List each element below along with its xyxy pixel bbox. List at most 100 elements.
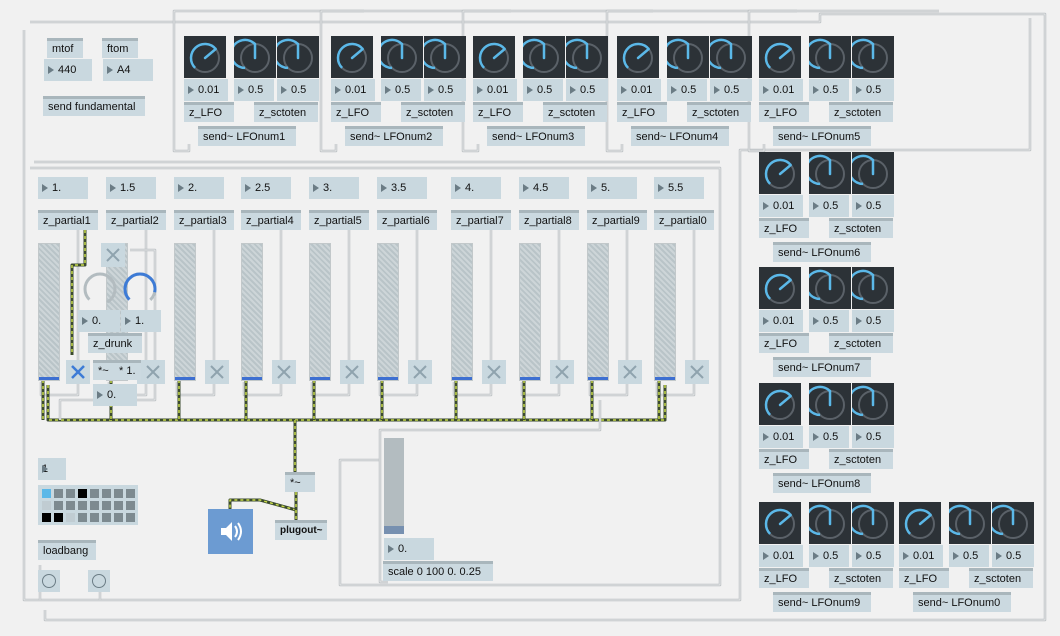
preset-slot[interactable] <box>90 501 99 510</box>
z-partial-object[interactable]: z_partial3 <box>174 210 234 230</box>
z-drunk-object[interactable]: z_drunk <box>88 333 142 353</box>
preset-slot[interactable] <box>102 513 111 522</box>
send-lfo-object[interactable]: send~ LFOnum0 <box>913 592 1011 612</box>
bang-button-right[interactable] <box>88 570 110 592</box>
preset-slot[interactable] <box>54 501 63 510</box>
send-lfo-object[interactable]: send~ LFOnum4 <box>631 126 729 146</box>
preset-slot[interactable] <box>114 513 123 522</box>
partial-amplitude-slider[interactable] <box>519 243 541 381</box>
note-name-box[interactable]: A4 <box>103 59 153 81</box>
lfo-amp2-number[interactable]: 0.5 <box>424 79 466 101</box>
z-lfo-object[interactable]: z_LFO <box>331 102 381 122</box>
speaker-icon[interactable] <box>208 509 253 554</box>
z-lfo-object[interactable]: z_LFO <box>759 102 809 122</box>
partial-amplitude-slider[interactable] <box>587 243 609 381</box>
partial-mute-toggle[interactable] <box>205 360 229 384</box>
drunk-enable-toggle[interactable] <box>66 360 90 384</box>
send-lfo-object[interactable]: send~ LFOnum8 <box>773 473 871 493</box>
lfo-amp2-dial[interactable] <box>852 267 894 309</box>
preset-slot[interactable] <box>42 489 51 498</box>
lfo-rate-number[interactable]: 0.01 <box>184 79 228 101</box>
preset-slot[interactable] <box>90 489 99 498</box>
lfo-amp2-dial[interactable] <box>710 36 752 78</box>
lfo-amp2-dial[interactable] <box>424 36 466 78</box>
lfo-rate-dial[interactable] <box>759 152 801 194</box>
lfo-amp-dial[interactable] <box>809 267 851 309</box>
lfo-amp-dial[interactable] <box>949 502 991 544</box>
scale-object[interactable]: scale 0 100 0. 0.25 <box>383 561 493 581</box>
lfo-rate-dial[interactable] <box>331 36 373 78</box>
send-fundamental-object[interactable]: send fundamental <box>43 96 145 116</box>
z-sctoten-object[interactable]: z_sctoten <box>829 218 893 238</box>
plugout-object[interactable]: plugout~ <box>275 520 327 540</box>
preset-slot[interactable] <box>126 489 135 498</box>
lfo-rate-dial[interactable] <box>759 502 801 544</box>
partial-mute-toggle[interactable] <box>340 360 364 384</box>
drunk-right-number[interactable]: 1. <box>121 310 161 332</box>
preset-slot[interactable] <box>66 501 75 510</box>
send-lfo-object[interactable]: send~ LFOnum2 <box>345 126 443 146</box>
lfo-rate-dial[interactable] <box>759 267 801 309</box>
drunk-output-number[interactable]: 0. <box>93 384 137 406</box>
z-partial-object[interactable]: z_partial0 <box>654 210 714 230</box>
lfo-rate-dial[interactable] <box>473 36 515 78</box>
partial-mute-toggle[interactable] <box>685 360 709 384</box>
lfo-rate-number[interactable]: 0.01 <box>617 79 661 101</box>
lfo-amp2-dial[interactable] <box>852 383 894 425</box>
z-lfo-object[interactable]: z_LFO <box>759 333 809 353</box>
z-sctoten-object[interactable]: z_sctoten <box>969 568 1033 588</box>
partial-ratio-number[interactable]: 5.5 <box>654 177 704 199</box>
preset-slot[interactable] <box>90 513 99 522</box>
z-lfo-object[interactable]: z_LFO <box>617 102 667 122</box>
preset-slot[interactable] <box>126 513 135 522</box>
lfo-amp2-number[interactable]: 0.5 <box>710 79 752 101</box>
z-lfo-object[interactable]: z_LFO <box>759 218 809 238</box>
z-partial-object[interactable]: z_partial5 <box>309 210 369 230</box>
z-sctoten-object[interactable]: z_sctoten <box>829 333 893 353</box>
lfo-amp-dial[interactable] <box>809 36 851 78</box>
partial-ratio-number[interactable]: 1.5 <box>106 177 156 199</box>
lfo-amp2-dial[interactable] <box>852 152 894 194</box>
send-lfo-object[interactable]: send~ LFOnum3 <box>487 126 585 146</box>
z-sctoten-object[interactable]: z_sctoten <box>829 102 893 122</box>
lfo-amp-number[interactable]: 0.5 <box>667 79 707 101</box>
lfo-rate-number[interactable]: 0.01 <box>759 195 803 217</box>
lfo-amp2-number[interactable]: 0.5 <box>852 79 894 101</box>
lfo-amp-number[interactable]: 0.5 <box>234 79 274 101</box>
send-lfo-object[interactable]: send~ LFOnum7 <box>773 357 871 377</box>
lfo-rate-number[interactable]: 0.01 <box>899 545 943 567</box>
partial-amplitude-slider[interactable] <box>654 243 676 381</box>
preset-slot[interactable] <box>42 513 51 522</box>
partial-mute-toggle[interactable] <box>408 360 432 384</box>
lfo-amp-number[interactable]: 0.5 <box>809 426 849 448</box>
partial-ratio-number[interactable]: 4.5 <box>519 177 569 199</box>
lfo-rate-dial[interactable] <box>184 36 226 78</box>
lfo-amp-dial[interactable] <box>809 502 851 544</box>
z-lfo-object[interactable]: z_LFO <box>473 102 523 122</box>
z-lfo-object[interactable]: z_LFO <box>184 102 234 122</box>
lfo-amp-number[interactable]: 0.5 <box>809 195 849 217</box>
preset-slot[interactable] <box>42 501 51 510</box>
z-lfo-object[interactable]: z_LFO <box>759 568 809 588</box>
send-lfo-object[interactable]: send~ LFOnum6 <box>773 242 871 262</box>
partial-amplitude-slider[interactable] <box>451 243 473 381</box>
partial-ratio-number[interactable]: 2.5 <box>241 177 291 199</box>
lfo-amp2-dial[interactable] <box>566 36 608 78</box>
partial-ratio-number[interactable]: 3.5 <box>377 177 427 199</box>
z-partial-object[interactable]: z_partial2 <box>106 210 166 230</box>
preset-slot[interactable] <box>126 501 135 510</box>
lfo-rate-dial[interactable] <box>899 502 941 544</box>
lfo-rate-dial[interactable] <box>617 36 659 78</box>
partial-ratio-number[interactable]: 3. <box>309 177 359 199</box>
preset-matrix[interactable] <box>38 485 138 525</box>
main-mult-signal[interactable]: *~ <box>285 472 315 492</box>
partial-ratio-number[interactable]: 1. <box>38 177 88 199</box>
lfo-amp-number[interactable]: 0.5 <box>523 79 563 101</box>
lfo-rate-number[interactable]: 0.01 <box>759 545 803 567</box>
lfo-rate-dial[interactable] <box>759 383 801 425</box>
lfo-amp-dial[interactable] <box>523 36 565 78</box>
lfo-rate-number[interactable]: 0.01 <box>759 426 803 448</box>
lfo-amp-number[interactable]: 0.5 <box>809 79 849 101</box>
preset-slot[interactable] <box>78 513 87 522</box>
partial-amplitude-slider[interactable] <box>377 243 399 381</box>
